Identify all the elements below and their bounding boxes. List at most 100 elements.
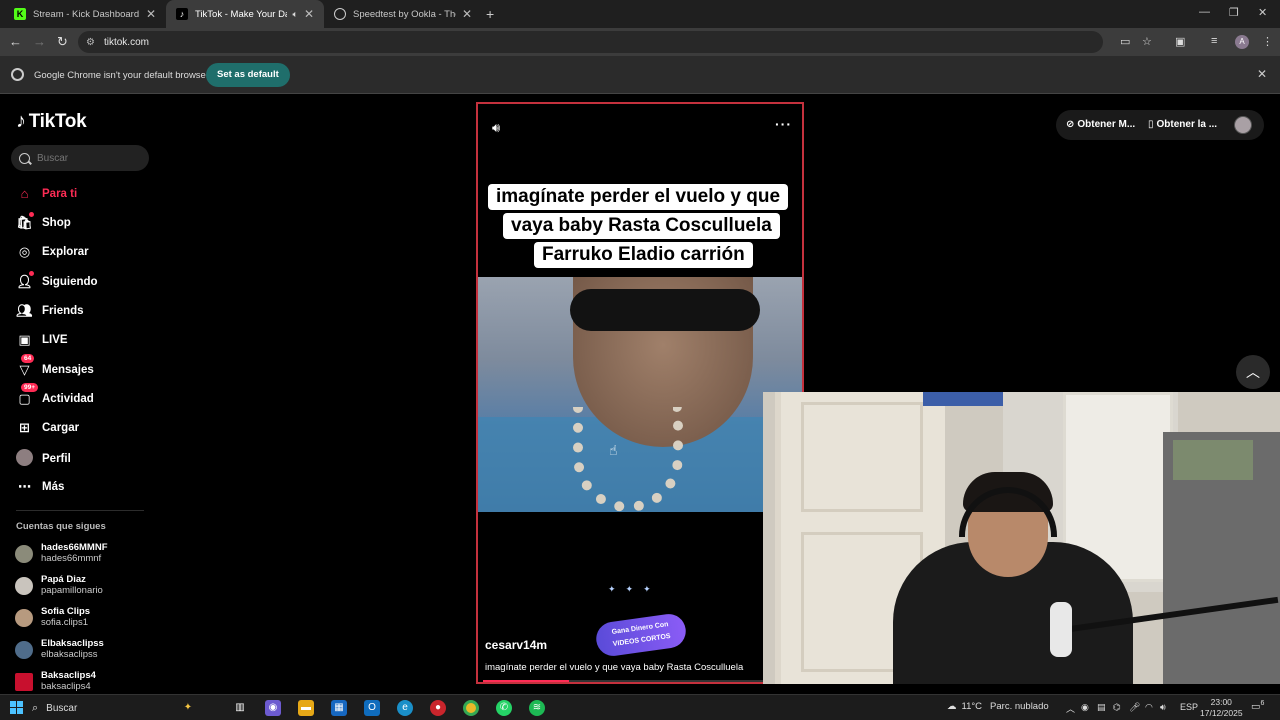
nav-para-ti[interactable]: ⌂ Para ti	[16, 186, 78, 201]
following-account[interactable]: hades66MMNF hades66mmnf	[15, 542, 108, 565]
account-avatar	[15, 576, 33, 595]
tab-speedtest[interactable]: Speedtest by Ookla - The Glob ✕	[324, 0, 482, 28]
following-account[interactable]: Papá Diaz papamillonario	[15, 574, 103, 597]
cast-icon[interactable]: ▭	[1120, 35, 1130, 48]
notification-center-icon[interactable]: ▭6	[1251, 700, 1264, 712]
nav-siguiendo[interactable]: 👤︎ Siguiendo	[16, 271, 98, 290]
close-infobar-icon[interactable]: ✕	[1257, 67, 1267, 81]
copilot-sparkle-icon[interactable]: ✦	[180, 700, 196, 716]
account-avatar	[15, 608, 33, 627]
volume-icon[interactable]: 🔊︎	[492, 120, 500, 136]
video-progress-bar[interactable]	[483, 680, 802, 682]
window-close-icon[interactable]: ✕	[1258, 6, 1267, 19]
close-tab-icon[interactable]: ✕	[146, 7, 156, 21]
browser-toolbar: ← → ↻ ⚙ tiktok.com ▭ ☆ ▣ ≡ A ⋮	[0, 28, 1280, 56]
sidebar-divider	[16, 510, 144, 511]
windows-taskbar: ⌕ Buscar ✦ ▥ ◉ ▬ ▦ O e ● ✆ ≋ ☁ 11°C Parc…	[0, 694, 1280, 720]
whatsapp-icon[interactable]: ✆	[496, 700, 512, 716]
edge-icon[interactable]: e	[397, 700, 413, 716]
nav-explorar[interactable]: ◎ Explorar	[16, 244, 89, 260]
address-bar[interactable]: ⚙ tiktok.com	[78, 31, 1103, 53]
more-options-icon[interactable]: ···	[775, 116, 792, 132]
record-icon[interactable]: ◉	[1081, 702, 1089, 713]
wifi-icon[interactable]: ◠	[1145, 702, 1153, 713]
nav-mas[interactable]: ⋯ Más	[16, 479, 64, 495]
video-caption-line: vaya baby Rasta Cosculluela	[503, 213, 780, 239]
user-avatar[interactable]	[1234, 116, 1252, 134]
default-browser-infobar: Google Chrome isn't your default browser…	[0, 56, 1280, 94]
video-description: imagínate perder el vuelo y que vaya bab…	[485, 662, 744, 673]
app-tray-icon[interactable]: ▤	[1097, 702, 1106, 713]
search-box[interactable]	[11, 145, 149, 171]
bookmark-star-icon[interactable]: ☆	[1142, 35, 1152, 48]
spotify-icon[interactable]: ≋	[529, 700, 545, 716]
following-account[interactable]: Elbaksaclipss elbaksaclipss	[15, 638, 104, 661]
webcam-overlay	[763, 392, 1280, 684]
notification-dot	[29, 212, 34, 217]
nav-actividad[interactable]: ▢ 99+ Actividad	[16, 383, 94, 407]
chevron-up-icon[interactable]: ︿	[1066, 702, 1075, 715]
coin-icon: ⊘	[1066, 119, 1075, 130]
following-account[interactable]: Baksaclips4 baksaclips4	[15, 670, 96, 693]
speedtest-favicon-icon	[334, 8, 346, 20]
tab-tiktok[interactable]: ♪ TikTok - Make Your Day 🔈︎ ✕	[166, 0, 324, 28]
profile-avatar	[16, 449, 33, 469]
app-icon[interactable]: ●	[430, 700, 446, 716]
notification-dot	[29, 271, 34, 276]
file-explorer-icon[interactable]: ▬	[298, 700, 314, 716]
network-icon[interactable]: ⌬	[1113, 702, 1121, 713]
nav-perfil[interactable]: Perfil	[16, 449, 71, 469]
media-controls-icon[interactable]: ≡	[1211, 35, 1217, 47]
chrome-menu-icon[interactable]: ⋮	[1262, 35, 1273, 48]
set-default-button[interactable]: Set as default	[206, 63, 290, 87]
language-indicator[interactable]: ESP	[1180, 702, 1198, 712]
profile-avatar[interactable]: A	[1235, 35, 1249, 49]
video-player[interactable]: 🔊︎ ··· imagínate perder el vuelo y que v…	[476, 102, 804, 684]
kick-favicon-icon: K	[14, 8, 26, 20]
weather-widget[interactable]: ☁ 11°C Parc. nublado	[947, 701, 1049, 712]
video-caption-line: imagínate perder el vuelo y que	[488, 184, 789, 210]
back-icon[interactable]: ←	[9, 34, 22, 49]
site-info-icon[interactable]: ⚙	[86, 37, 95, 48]
task-view-icon[interactable]: ▥	[232, 700, 248, 716]
search-icon	[19, 152, 30, 164]
clock[interactable]: 23:00 17/12/2025	[1200, 697, 1243, 719]
nav-cargar[interactable]: ⊞ Cargar	[16, 420, 79, 436]
nav-shop[interactable]: 🛍︎ Shop	[16, 212, 71, 231]
nav-mensajes[interactable]: ▽ 64 Mensajes	[16, 354, 94, 378]
close-tab-icon[interactable]: ✕	[304, 7, 314, 21]
nav-friends[interactable]: 👥︎ Friends	[16, 303, 83, 319]
get-app-button[interactable]: ▯ Obtener la ...	[1148, 119, 1217, 130]
microphone-icon[interactable]: 🎤︎	[1129, 702, 1140, 713]
tab-kick-dashboard[interactable]: K Stream - Kick Dashboard ✕	[4, 0, 166, 28]
restore-icon[interactable]: ❐	[1229, 6, 1239, 19]
outlook-icon[interactable]: O	[364, 700, 380, 716]
search-input[interactable]	[37, 152, 137, 164]
reload-icon[interactable]: ↻	[57, 34, 68, 50]
url-text: tiktok.com	[103, 36, 149, 48]
video-frame-image: ☝	[478, 277, 802, 512]
store-icon[interactable]: ▦	[331, 700, 347, 716]
new-tab-icon[interactable]: +	[486, 6, 494, 22]
following-account[interactable]: Sofia Clips sofia.clips1	[15, 606, 90, 629]
following-section-title: Cuentas que sigues	[16, 521, 106, 532]
windows-start-icon[interactable]	[10, 701, 23, 714]
copilot-icon[interactable]: ◉	[265, 700, 281, 716]
tab-audio-icon[interactable]: 🔈︎	[293, 9, 298, 20]
minimize-icon[interactable]: —	[1199, 6, 1210, 18]
speaker-icon[interactable]: 🔊︎	[1160, 702, 1166, 713]
close-tab-icon[interactable]: ✕	[462, 7, 472, 21]
promo-sticker[interactable]: Gana Dinero Con VIDEOS CORTOS	[594, 611, 688, 659]
tiktok-logo[interactable]: ♪ TikTok	[16, 110, 87, 133]
forward-icon[interactable]: →	[33, 34, 46, 49]
browser-tab-strip: K Stream - Kick Dashboard ✕ ♪ TikTok - M…	[0, 0, 1280, 28]
messages-icon: ▽ 64	[16, 354, 35, 378]
video-author[interactable]: cesarv14m	[485, 638, 547, 652]
get-coins-button[interactable]: ⊘ Obtener M...	[1066, 119, 1135, 130]
chrome-icon[interactable]	[463, 700, 479, 716]
scroll-up-button[interactable]: ︿	[1236, 355, 1270, 389]
live-icon: ▣	[18, 332, 31, 347]
sidepanel-icon[interactable]: ▣	[1175, 35, 1185, 48]
nav-live[interactable]: ▣ LIVE	[16, 332, 67, 348]
video-caption-line: Farruko Eladio carrión	[534, 242, 753, 268]
